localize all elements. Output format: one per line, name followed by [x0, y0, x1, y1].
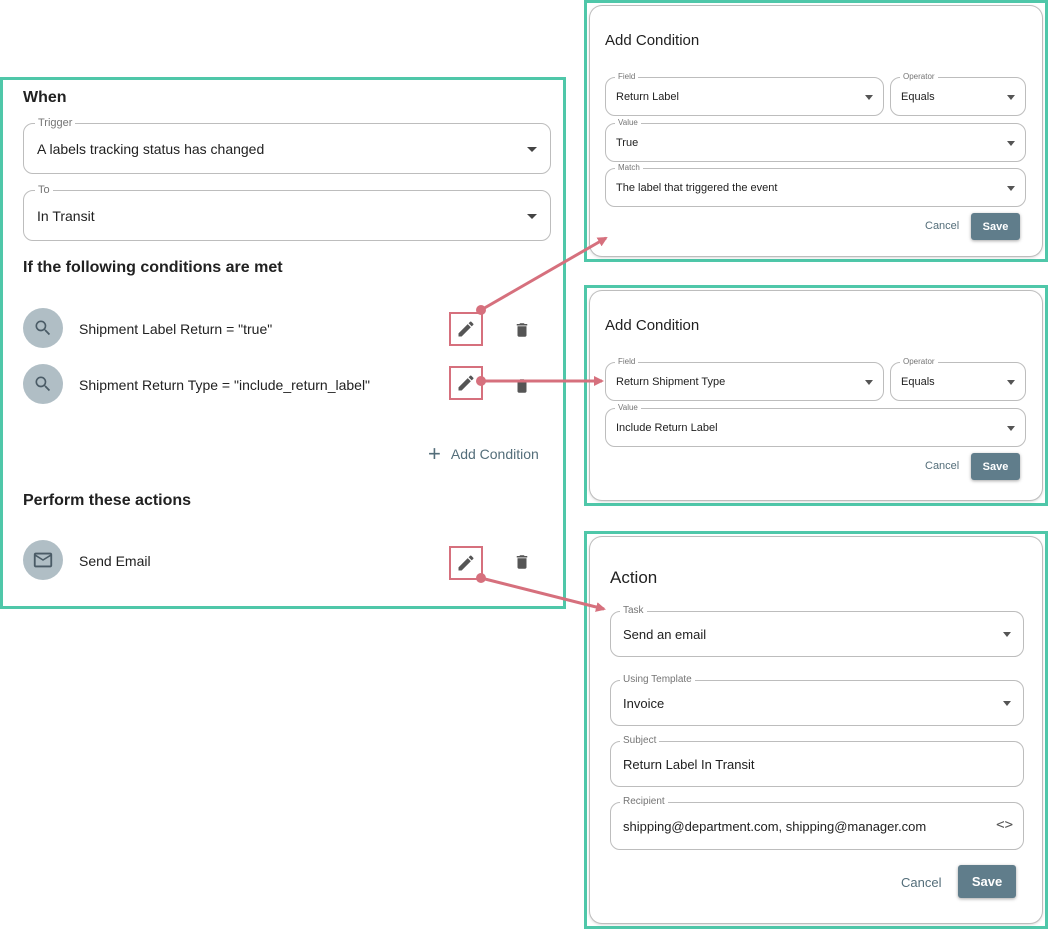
chevron-down-icon: [1007, 425, 1015, 431]
field-value: Return Label: [616, 90, 679, 103]
cancel-button[interactable]: Cancel: [925, 220, 959, 232]
trash-icon: [516, 555, 528, 569]
dialog-surface: Add Condition Field Return Label Operato…: [590, 6, 1042, 256]
add-condition-dialog-2: Add Condition Field Return Shipment Type…: [584, 285, 1048, 506]
template-value: Invoice: [623, 695, 665, 711]
pencil-icon: [458, 321, 474, 337]
chevron-down-icon: [1003, 632, 1011, 637]
plus-icon: +: [428, 441, 441, 466]
search-icon: [23, 308, 63, 348]
conditions-heading: If the following conditions are met: [23, 259, 283, 276]
recipient-field[interactable]: Recipient shipping@department.com, shipp…: [610, 796, 1024, 850]
dialog-surface: Add Condition Field Return Shipment Type…: [590, 291, 1042, 500]
to-select[interactable]: To In Transit: [23, 183, 551, 241]
chevron-down-icon: [1007, 379, 1015, 385]
save-button[interactable]: Save: [971, 213, 1020, 240]
trigger-select[interactable]: Trigger A labels tracking status has cha…: [23, 116, 551, 174]
pencil-icon: [458, 375, 474, 391]
operator-value: Equals: [901, 90, 935, 103]
rule-editor-panel: When Trigger A labels tracking status ha…: [0, 77, 566, 609]
cancel-button[interactable]: Cancel: [925, 460, 959, 472]
when-heading: When: [23, 89, 67, 106]
dialog-title: Add Condition: [605, 317, 700, 334]
action-text: Send Email: [79, 553, 151, 569]
match-value: The label that triggered the event: [616, 181, 778, 194]
code-icon[interactable]: <>: [996, 817, 1013, 833]
value-select[interactable]: Value True: [605, 117, 1026, 162]
task-value: Send an email: [623, 626, 707, 642]
chevron-down-icon: [865, 379, 873, 385]
subject-field[interactable]: Subject Return Label In Transit: [610, 735, 1024, 787]
chevron-down-icon: [527, 146, 537, 152]
recipient-value: shipping@department.com, shipping@manage…: [623, 818, 927, 834]
to-value: In Transit: [37, 207, 95, 224]
task-select[interactable]: Task Send an email: [610, 605, 1024, 657]
edit-condition-button[interactable]: [449, 312, 483, 346]
edit-condition-button[interactable]: [449, 366, 483, 400]
field-select[interactable]: Field Return Shipment Type: [605, 356, 884, 401]
chevron-down-icon: [1003, 701, 1011, 706]
value-value: True: [616, 136, 639, 149]
save-button[interactable]: Save: [958, 865, 1016, 898]
action-dialog: Action Task Send an email Using Template…: [584, 531, 1048, 929]
edit-action-button[interactable]: [449, 546, 483, 580]
value-value: Include Return Label: [616, 421, 718, 434]
trash-icon: [516, 379, 528, 393]
dialog-title: Add Condition: [605, 32, 700, 49]
chevron-down-icon: [865, 94, 873, 100]
search-icon: [23, 364, 63, 404]
add-condition-button[interactable]: + Add Condition: [428, 441, 539, 466]
actions-heading: Perform these actions: [23, 492, 192, 509]
chevron-down-icon: [527, 213, 537, 219]
subject-value: Return Label In Transit: [623, 756, 755, 772]
add-condition-dialog-1: Add Condition Field Return Label Operato…: [584, 0, 1048, 262]
trigger-value: A labels tracking status has changed: [37, 140, 265, 157]
condition-text: Shipment Return Type = "include_return_l…: [79, 377, 371, 393]
dialog-surface: Action Task Send an email Using Template…: [590, 537, 1042, 923]
delete-condition-button[interactable]: [512, 375, 532, 397]
condition-text: Shipment Label Return = "true": [79, 321, 273, 337]
chevron-down-icon: [1007, 185, 1015, 191]
pencil-icon: [458, 555, 474, 571]
template-select[interactable]: Using Template Invoice: [610, 674, 1024, 726]
operator-select[interactable]: Operator Equals: [890, 71, 1026, 116]
save-button[interactable]: Save: [971, 453, 1020, 480]
chevron-down-icon: [1007, 140, 1015, 146]
operator-select[interactable]: Operator Equals: [890, 356, 1026, 401]
cancel-button[interactable]: Cancel: [901, 875, 941, 890]
chevron-down-icon: [1007, 94, 1015, 100]
dialog-title: Action: [610, 568, 658, 587]
value-select[interactable]: Value Include Return Label: [605, 402, 1026, 447]
add-condition-label: Add Condition: [450, 446, 539, 462]
operator-value: Equals: [901, 375, 935, 388]
delete-condition-button[interactable]: [512, 319, 532, 341]
delete-action-button[interactable]: [512, 551, 532, 573]
mail-icon: [23, 540, 63, 580]
trash-icon: [516, 323, 528, 337]
match-select[interactable]: Match The label that triggered the event: [605, 162, 1026, 207]
field-select[interactable]: Field Return Label: [605, 71, 884, 116]
field-value: Return Shipment Type: [616, 375, 726, 388]
